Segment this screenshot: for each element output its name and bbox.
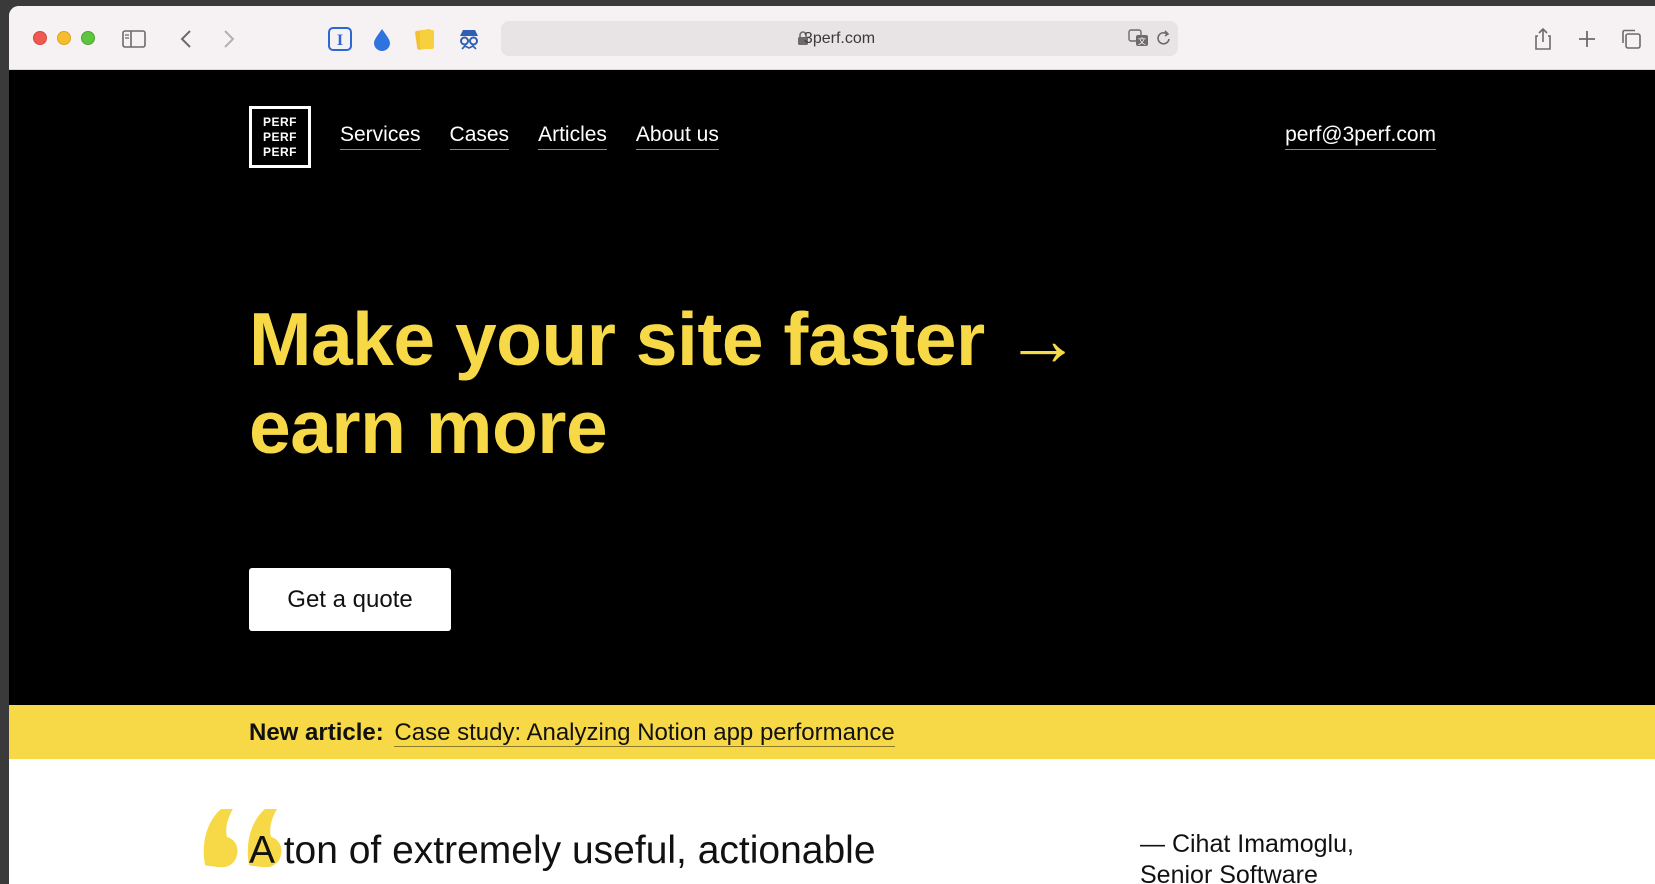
main-nav: Services Cases Articles About us — [340, 123, 719, 150]
browser-window: I 3perf.com 文 PERF PERF PERF Services Ca… — [9, 6, 1655, 884]
page-content: PERF PERF PERF Services Cases Articles A… — [9, 70, 1655, 884]
sidebar-icon[interactable] — [121, 26, 147, 52]
new-article-banner: New article: Case study: Analyzing Notio… — [9, 705, 1655, 759]
banner-article-link[interactable]: Case study: Analyzing Notion app perform… — [394, 719, 895, 747]
translate-icon[interactable]: 文 — [1128, 29, 1150, 52]
hero-line-1: Make your site faster → — [249, 297, 1080, 381]
testimonial-text: A ton of extremely useful, actionable — [249, 829, 876, 872]
address-text: 3perf.com — [803, 30, 876, 47]
hero-title: Make your site faster → earn more — [249, 295, 1249, 471]
hero-line-2: earn more — [249, 385, 608, 469]
tabs-overview-icon[interactable] — [1618, 26, 1644, 52]
spy-icon[interactable] — [456, 26, 482, 52]
testimonial-section: A ton of extremely useful, actionable — … — [9, 759, 1655, 884]
logo-line: PERF — [262, 114, 297, 129]
logo-line: PERF — [262, 144, 297, 159]
share-icon[interactable] — [1530, 26, 1556, 52]
reload-icon[interactable] — [1156, 29, 1172, 52]
close-window-button[interactable] — [33, 31, 47, 45]
nav-link-articles[interactable]: Articles — [538, 123, 607, 150]
zoom-window-button[interactable] — [81, 31, 95, 45]
address-bar[interactable]: 3perf.com 文 — [501, 21, 1178, 56]
banner-content: New article: Case study: Analyzing Notio… — [249, 719, 895, 747]
back-icon[interactable] — [173, 26, 199, 52]
instapaper-icon[interactable]: I — [327, 26, 353, 52]
svg-text:I: I — [337, 32, 343, 49]
get-quote-button[interactable]: Get a quote — [249, 568, 451, 631]
banner-label: New article: — [249, 719, 384, 746]
browser-toolbar: I 3perf.com 文 — [9, 6, 1655, 70]
author-title: Senior Software — [1140, 861, 1318, 884]
forward-icon[interactable] — [216, 26, 242, 52]
testimonial-author: — Cihat Imamoglu, Senior Software — [1140, 829, 1420, 884]
logo-line: PERF — [262, 129, 297, 144]
email-link[interactable]: perf@3perf.com — [1285, 123, 1436, 150]
notes-icon[interactable] — [412, 26, 438, 52]
new-tab-icon[interactable] — [1574, 26, 1600, 52]
nav-link-cases[interactable]: Cases — [449, 123, 510, 150]
minimize-window-button[interactable] — [57, 31, 71, 45]
nav-link-services[interactable]: Services — [340, 123, 421, 150]
site-logo[interactable]: PERF PERF PERF — [249, 106, 311, 168]
svg-text:文: 文 — [1138, 36, 1146, 46]
nav-link-about-us[interactable]: About us — [635, 123, 719, 150]
author-name: — Cihat Imamoglu, — [1140, 830, 1354, 858]
raindrop-icon[interactable] — [369, 26, 395, 52]
